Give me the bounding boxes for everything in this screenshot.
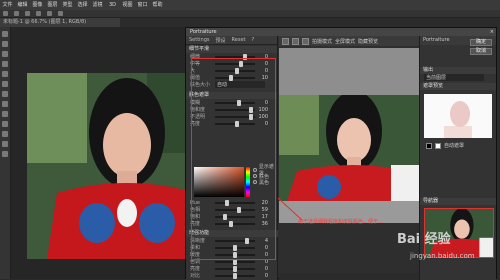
menu-type[interactable]: 类型 [60,0,75,10]
distribute-icon[interactable] [47,11,52,16]
menu-help[interactable]: 帮助 [150,0,165,10]
tab-settings[interactable]: Settings [189,37,210,43]
wand-tool-icon[interactable] [2,61,8,67]
annotation-highlight-box [191,58,276,260]
white-swatch-icon[interactable] [435,142,441,149]
tools-panel [0,27,11,279]
text-tool-icon[interactable] [2,141,8,147]
single-view-icon[interactable] [302,37,309,45]
menubar: 文件 编辑 图像 图层 类型 选择 滤镜 3D 视图 窗口 帮助 [0,0,500,10]
zoom-tool-icon[interactable] [2,151,8,157]
options-bar [0,10,500,18]
canvas-area[interactable] [11,27,205,279]
document-photo [27,73,205,259]
annotation-text: 用于选择细致程度和皮肤颜色，便于… [298,219,384,225]
marquee-tool-icon[interactable] [2,41,8,47]
menu-filter[interactable]: 滤镜 [90,0,105,10]
window-title: Portraiture × [186,28,496,36]
help-icon[interactable]: ? [252,37,255,43]
toolbar-label[interactable]: 全屏模式 [335,38,355,45]
menu-window[interactable]: 窗口 [135,0,150,10]
document-tab[interactable]: 未标题-1 @ 66.7% (图层 1, RGB/8) [0,18,120,27]
tab-presets[interactable]: 预设 [216,37,226,44]
move-tool-icon[interactable] [2,31,8,37]
section-navigator[interactable]: 导航器 [420,198,496,205]
eraser-tool-icon[interactable] [2,111,8,117]
document-tabs: 未标题-1 @ 66.7% (图层 1, RGB/8) [0,18,185,27]
crop-tool-icon[interactable] [2,71,8,77]
menu-select[interactable]: 选择 [75,0,90,10]
watermark-url: jingyan.baidu.com [410,252,475,260]
align-icon[interactable] [25,11,30,16]
preview-toolbar: 拍摄模式 全屏模式 隐藏预览 [279,36,419,46]
reset-button[interactable]: Reset [232,37,246,43]
preview-photo[interactable] [279,95,419,201]
stamp-tool-icon[interactable] [2,101,8,107]
mask-preview-thumbnail [424,94,492,138]
window-title-text: Portraiture [190,29,217,35]
eyedropper-tool-icon[interactable] [2,81,8,87]
section-detail-smoothing[interactable]: 细节平滑 [186,46,277,53]
move-tool-icon[interactable] [3,11,8,16]
watermark-logo: Bai 经验 [397,232,451,247]
slider-value[interactable]: 0 [258,273,268,279]
menu-layer[interactable]: 图层 [45,0,60,10]
distribute-icon[interactable] [58,11,63,16]
pen-tool-icon[interactable] [2,131,8,137]
black-swatch-icon[interactable] [426,142,432,149]
brush-tool-icon[interactable] [2,91,8,97]
menu-file[interactable]: 文件 [0,0,15,10]
output-dropdown[interactable]: 当前图层 [424,74,484,81]
auto-mask-label: 自动遮罩 [444,143,465,149]
gradient-tool-icon[interactable] [2,121,8,127]
slider-value[interactable]: 0 [258,266,268,272]
slider-row: 对比 0 [186,272,278,279]
menu-edit[interactable]: 编辑 [15,0,30,10]
menu-view[interactable]: 视图 [120,0,135,10]
section-output[interactable]: 输出 [420,67,496,74]
cancel-button[interactable]: 取消 [470,48,492,55]
output-row: 当前图层 [420,74,496,81]
menu-3d[interactable]: 3D [105,0,120,10]
slider-track[interactable] [215,265,255,272]
lasso-tool-icon[interactable] [2,51,8,57]
slider-track[interactable] [215,258,255,265]
section-mask-preview[interactable]: 遮罩预览 [420,83,496,90]
slider-knob[interactable] [233,272,237,279]
toolbar-label[interactable]: 隐藏预览 [358,38,378,45]
menu-image[interactable]: 图像 [30,0,45,10]
slider-knob[interactable] [233,265,237,272]
toolbar-label[interactable]: 拍摄模式 [312,38,332,45]
slider-label: 亮度 [190,266,201,272]
settings-tabs: Settings 预设 Reset ? [186,36,277,45]
slider-row: 亮度 0 [186,265,278,272]
slider-track[interactable] [215,272,255,279]
side-by-side-icon[interactable] [292,37,299,45]
slider-label: 对比 [190,273,201,279]
swatch-row: 自动遮罩 [422,142,464,149]
split-view-icon[interactable] [282,37,289,45]
align-icon[interactable] [36,11,41,16]
close-icon[interactable]: × [490,28,494,36]
align-icon[interactable] [14,11,19,16]
ok-button[interactable]: 确定 [470,39,492,46]
